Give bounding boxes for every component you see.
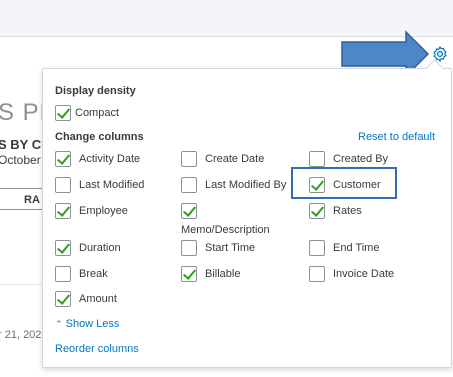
column-checkbox[interactable] <box>309 151 325 167</box>
compact-checkbox[interactable] <box>55 105 71 121</box>
column-label: Activity Date <box>79 153 141 165</box>
column-label: Invoice Date <box>333 268 395 280</box>
report-date-range: October <box>0 153 41 167</box>
column-checkbox[interactable] <box>55 177 71 193</box>
column-checkbox[interactable] <box>309 266 325 282</box>
show-less-link[interactable]: ⌃ Show Less <box>55 318 119 330</box>
column-label: Amount <box>79 293 117 305</box>
column-checkbox[interactable] <box>309 177 325 193</box>
compact-label: Compact <box>75 107 120 119</box>
column-checkbox[interactable] <box>55 240 71 256</box>
column-checkbox[interactable] <box>55 291 71 307</box>
reorder-columns-link[interactable]: Reorder columns <box>55 343 139 355</box>
column-label: Billable <box>205 268 241 280</box>
column-checkbox[interactable] <box>181 151 197 167</box>
column-label: Create Date <box>205 153 265 165</box>
column-option-activity-date[interactable]: Activity Date <box>55 151 140 167</box>
column-label: Employee <box>79 205 128 217</box>
column-label: Break <box>79 268 108 280</box>
column-option-create-date[interactable]: Create Date <box>181 151 264 167</box>
column-label: Last Modified <box>79 179 145 191</box>
column-label: Rates <box>333 205 362 217</box>
column-label: Created By <box>333 153 389 165</box>
column-checkbox[interactable] <box>55 203 71 219</box>
column-label: Duration <box>79 242 121 254</box>
columns-settings-panel: Display density Compact Change columns R… <box>42 59 452 368</box>
column-option-last-modified-by[interactable]: Last Modified By <box>181 177 286 193</box>
column-checkbox[interactable] <box>55 266 71 282</box>
column-label: End Time <box>333 242 380 254</box>
show-less-label: Show Less <box>65 318 120 330</box>
column-option-billable[interactable]: Billable <box>181 266 240 282</box>
report-row-date: r 21, 202 <box>0 329 42 341</box>
column-label: Start Time <box>205 242 256 254</box>
column-option-memo-description[interactable]: Memo/Description <box>181 203 270 238</box>
column-checkbox[interactable] <box>55 151 71 167</box>
change-columns-title: Change columns <box>55 131 144 143</box>
column-option-employee[interactable]: Employee <box>55 203 128 219</box>
chevron-up-icon: ⌃ <box>55 319 63 329</box>
divider <box>0 284 42 285</box>
column-option-rates[interactable]: Rates <box>309 203 362 219</box>
column-checkbox[interactable] <box>309 240 325 256</box>
column-option-start-time[interactable]: Start Time <box>181 240 255 256</box>
column-checkbox[interactable] <box>181 177 197 193</box>
compact-option[interactable]: Compact <box>55 105 119 121</box>
column-checkbox[interactable] <box>181 203 197 219</box>
column-option-customer[interactable]: Customer <box>309 177 381 193</box>
column-option-amount[interactable]: Amount <box>55 291 117 307</box>
column-checkbox[interactable] <box>309 203 325 219</box>
column-checkbox[interactable] <box>181 240 197 256</box>
column-option-created-by[interactable]: Created By <box>309 151 388 167</box>
column-option-invoice-date[interactable]: Invoice Date <box>309 266 394 282</box>
column-option-last-modified[interactable]: Last Modified <box>55 177 144 193</box>
column-option-end-time[interactable]: End Time <box>309 240 379 256</box>
column-label: Last Modified By <box>205 179 287 191</box>
column-checkbox[interactable] <box>181 266 197 282</box>
column-label: Memo/Description <box>181 224 270 236</box>
column-option-duration[interactable]: Duration <box>55 240 121 256</box>
column-option-break[interactable]: Break <box>55 266 108 282</box>
column-label: Customer <box>333 179 381 191</box>
display-density-title: Display density <box>55 85 136 97</box>
reset-to-default-link[interactable]: Reset to default <box>358 131 435 143</box>
